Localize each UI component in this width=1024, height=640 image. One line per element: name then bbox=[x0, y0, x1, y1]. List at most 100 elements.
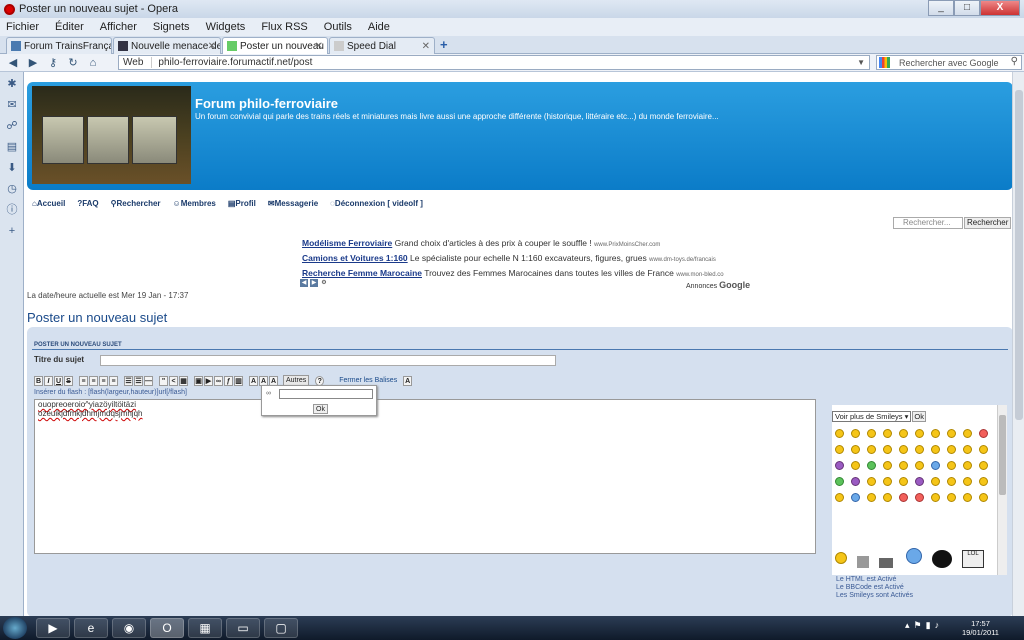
font-face-icon[interactable]: A bbox=[269, 375, 278, 386]
nav-deconnexion[interactable]: ◌Déconnexion [ videolf ] bbox=[330, 199, 429, 208]
smiley-icon[interactable] bbox=[835, 445, 844, 454]
smiley-icon[interactable] bbox=[979, 493, 988, 502]
html-status[interactable]: Le HTML est Activé bbox=[836, 576, 913, 584]
numbered-list-icon[interactable]: ☰ bbox=[134, 375, 143, 386]
help-icon[interactable]: ? bbox=[315, 375, 325, 386]
smiley-icon[interactable] bbox=[867, 461, 876, 470]
forum-title[interactable]: Forum philo-ferroviaire bbox=[195, 96, 338, 111]
forum-search-input[interactable]: Rechercher... bbox=[893, 217, 963, 229]
opera-icon[interactable]: O bbox=[150, 618, 184, 638]
start-button[interactable] bbox=[3, 617, 27, 639]
network-icon[interactable]: ▮ bbox=[926, 620, 931, 631]
smiley-icon[interactable] bbox=[899, 493, 908, 502]
nav-accueil[interactable]: ⌂Accueil bbox=[32, 199, 71, 208]
new-tab-icon[interactable]: + bbox=[440, 37, 448, 52]
smiley-icon[interactable] bbox=[867, 477, 876, 486]
forum-search-button[interactable]: Rechercher bbox=[964, 217, 1012, 229]
smiley-select[interactable]: Voir plus de Smileys ▾ bbox=[832, 411, 912, 422]
flag-icon[interactable]: ⚑ bbox=[914, 620, 922, 631]
notes-icon[interactable]: ▤ bbox=[6, 141, 18, 153]
page-scrollbar[interactable] bbox=[1012, 72, 1024, 616]
image-icon[interactable]: ▣ bbox=[194, 375, 203, 386]
address-bar[interactable]: Web philo-ferroviaire.forumactif.net/pos… bbox=[118, 55, 870, 70]
maximize-button[interactable]: □ bbox=[954, 0, 980, 16]
smiley-icon[interactable] bbox=[963, 493, 972, 502]
smiley-icon[interactable] bbox=[899, 461, 908, 470]
back-icon[interactable]: ◀ bbox=[6, 56, 20, 70]
link-ok-button[interactable]: Ok bbox=[313, 404, 328, 414]
tray-arrow-icon[interactable]: ▴ bbox=[905, 620, 910, 631]
smiley-icon[interactable] bbox=[947, 461, 956, 470]
justify-icon[interactable]: ≡ bbox=[109, 375, 118, 386]
explorer-icon[interactable]: ▭ bbox=[226, 618, 260, 638]
font-size-icon[interactable]: A bbox=[249, 375, 258, 386]
code-icon[interactable]: < bbox=[169, 375, 178, 386]
smiley-icon[interactable] bbox=[899, 477, 908, 486]
ad-prev-icon[interactable]: ◀ bbox=[300, 279, 308, 287]
ad-title-link[interactable]: Modélisme Ferroviaire bbox=[302, 238, 392, 248]
smiley-icon[interactable] bbox=[835, 552, 847, 564]
smiley-icon[interactable] bbox=[931, 493, 940, 502]
smiley-icon[interactable]: LOL bbox=[962, 550, 984, 568]
smiley-icon[interactable] bbox=[963, 477, 972, 486]
menu-signets[interactable]: Signets bbox=[153, 21, 190, 33]
volume-icon[interactable]: ♪ bbox=[935, 620, 940, 631]
smiley-icon[interactable] bbox=[835, 493, 844, 502]
smiley-icon[interactable] bbox=[947, 445, 956, 454]
downloads-icon[interactable]: ⬇ bbox=[6, 162, 18, 174]
smiley-icon[interactable] bbox=[931, 477, 940, 486]
chrome-icon[interactable]: ◉ bbox=[112, 618, 146, 638]
table-icon[interactable]: ▦ bbox=[179, 375, 188, 386]
smiley-icon[interactable] bbox=[915, 429, 924, 438]
subject-input[interactable] bbox=[100, 355, 556, 366]
smiley-icon[interactable] bbox=[883, 429, 892, 438]
smiley-icon[interactable] bbox=[867, 429, 876, 438]
video-icon[interactable]: ▶ bbox=[204, 375, 213, 386]
smileys-status[interactable]: Les Smileys sont Activés bbox=[836, 592, 913, 600]
font-color-icon[interactable]: A bbox=[259, 375, 268, 386]
ad-title-link[interactable]: Camions et Voitures 1:160 bbox=[302, 253, 408, 263]
smiley-icon[interactable] bbox=[963, 445, 972, 454]
smiley-icon[interactable] bbox=[906, 548, 922, 564]
nav-faq[interactable]: ?FAQ bbox=[77, 199, 104, 208]
smiley-icon[interactable] bbox=[963, 461, 972, 470]
align-right-icon[interactable]: ≡ bbox=[99, 375, 108, 386]
nav-profil[interactable]: ▤Profil bbox=[228, 199, 262, 208]
window-icon[interactable]: ▢ bbox=[264, 618, 298, 638]
strike-button[interactable]: S bbox=[64, 375, 73, 386]
smiley-icon[interactable] bbox=[835, 461, 844, 470]
nav-membres[interactable]: ☺Membres bbox=[173, 199, 222, 208]
tab-speed-dial[interactable]: Speed Dial ✕ bbox=[329, 37, 435, 54]
info-icon[interactable]: ⓘ bbox=[6, 204, 18, 216]
link-icon[interactable]: ∞ bbox=[214, 375, 223, 386]
bbcode-status[interactable]: Le BBCode est Activé bbox=[836, 584, 913, 592]
ad-title-link[interactable]: Recherche Femme Marocaine bbox=[302, 268, 422, 278]
hr-icon[interactable]: — bbox=[144, 375, 153, 386]
home-icon[interactable]: ⌂ bbox=[86, 56, 100, 70]
ad-next-icon[interactable]: ▶ bbox=[310, 279, 318, 287]
ad-settings-icon[interactable]: ⚙ bbox=[320, 279, 328, 287]
smiley-icon[interactable] bbox=[835, 477, 844, 486]
settings-icon[interactable]: ✱ bbox=[6, 78, 18, 90]
smiley-icon[interactable] bbox=[899, 429, 908, 438]
history-icon[interactable]: ◷ bbox=[6, 183, 18, 195]
smiley-icon[interactable] bbox=[932, 550, 952, 568]
smiley-icon[interactable] bbox=[979, 461, 988, 470]
minimize-button[interactable]: _ bbox=[928, 0, 954, 16]
tab-forum-trainsfrancais[interactable]: Forum TrainsFrançais -... bbox=[6, 37, 112, 54]
forward-icon[interactable]: ▶ bbox=[26, 56, 40, 70]
underline-button[interactable]: U bbox=[54, 375, 63, 386]
menu-afficher[interactable]: Afficher bbox=[100, 21, 137, 33]
menu-outils[interactable]: Outils bbox=[324, 21, 352, 33]
smiley-icon[interactable] bbox=[851, 429, 860, 438]
smiley-icon[interactable] bbox=[879, 558, 893, 568]
mail-icon[interactable]: ✉ bbox=[6, 99, 18, 111]
smiley-scrollbar[interactable] bbox=[997, 405, 1007, 575]
smiley-icon[interactable] bbox=[883, 493, 892, 502]
flash-icon[interactable]: ƒ bbox=[224, 375, 233, 386]
italic-button[interactable]: I bbox=[44, 375, 53, 386]
smiley-icon[interactable] bbox=[883, 445, 892, 454]
smiley-icon[interactable] bbox=[851, 461, 860, 470]
smiley-icon[interactable] bbox=[915, 493, 924, 502]
key-icon[interactable]: ⚷ bbox=[46, 56, 60, 70]
